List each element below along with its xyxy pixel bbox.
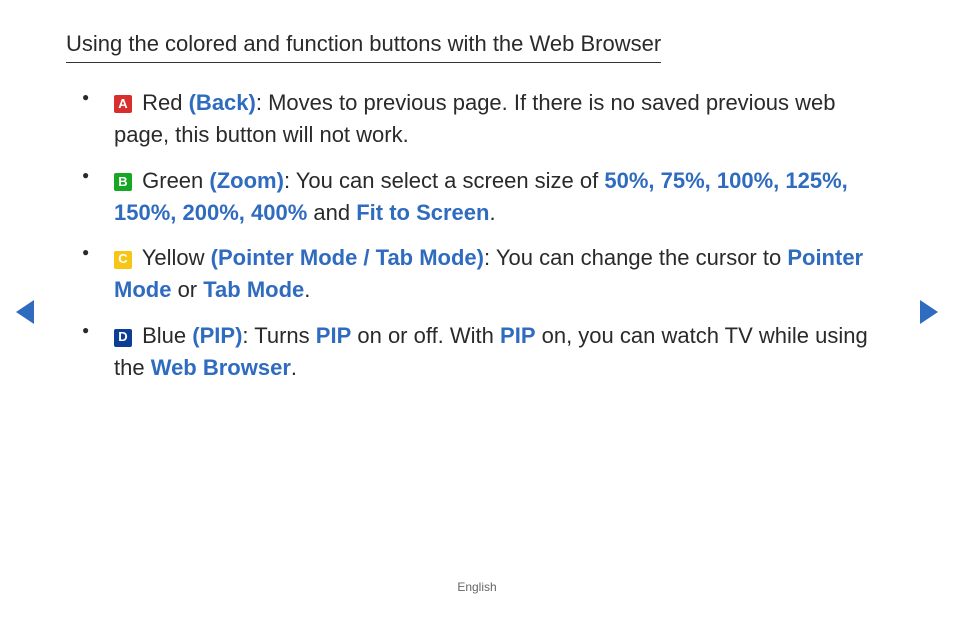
pip: PIP (500, 323, 535, 348)
badge-d-icon: D (114, 329, 132, 347)
next-page-arrow[interactable] (920, 300, 938, 324)
item-text: : You can select a screen size of (284, 168, 604, 193)
list-item: C Yellow (Pointer Mode / Tab Mode): You … (74, 242, 888, 306)
list-item: B Green (Zoom): You can select a screen … (74, 165, 888, 229)
list-item: D Blue (PIP): Turns PIP on or off. With … (74, 320, 888, 384)
prev-page-arrow[interactable] (16, 300, 34, 324)
item-text: or (171, 277, 203, 302)
pip: PIP (316, 323, 351, 348)
button-label: (PIP) (192, 323, 242, 348)
color-name: Green (142, 168, 203, 193)
item-text: : You can change the cursor to (484, 245, 787, 270)
badge-c-icon: C (114, 251, 132, 269)
manual-page: Using the colored and function buttons w… (0, 0, 954, 384)
color-name: Yellow (142, 245, 205, 270)
badge-a-icon: A (114, 95, 132, 113)
button-label: (Back) (189, 90, 256, 115)
button-label: (Pointer Mode / Tab Mode) (211, 245, 484, 270)
footer-language: English (0, 579, 954, 596)
color-name: Red (142, 90, 182, 115)
item-text: and (307, 200, 356, 225)
item-text: . (489, 200, 495, 225)
button-label: (Zoom) (209, 168, 284, 193)
item-text: on or off. With (351, 323, 500, 348)
item-text: . (291, 355, 297, 380)
list-item: A Red (Back): Moves to previous page. If… (74, 87, 888, 151)
item-text: . (304, 277, 310, 302)
web-browser: Web Browser (151, 355, 291, 380)
fit-to-screen: Fit to Screen (356, 200, 489, 225)
badge-b-icon: B (114, 173, 132, 191)
tab-mode: Tab Mode (203, 277, 304, 302)
color-name: Blue (142, 323, 186, 348)
button-list: A Red (Back): Moves to previous page. If… (74, 87, 888, 384)
item-text: : Turns (242, 323, 315, 348)
section-title: Using the colored and function buttons w… (66, 28, 661, 63)
